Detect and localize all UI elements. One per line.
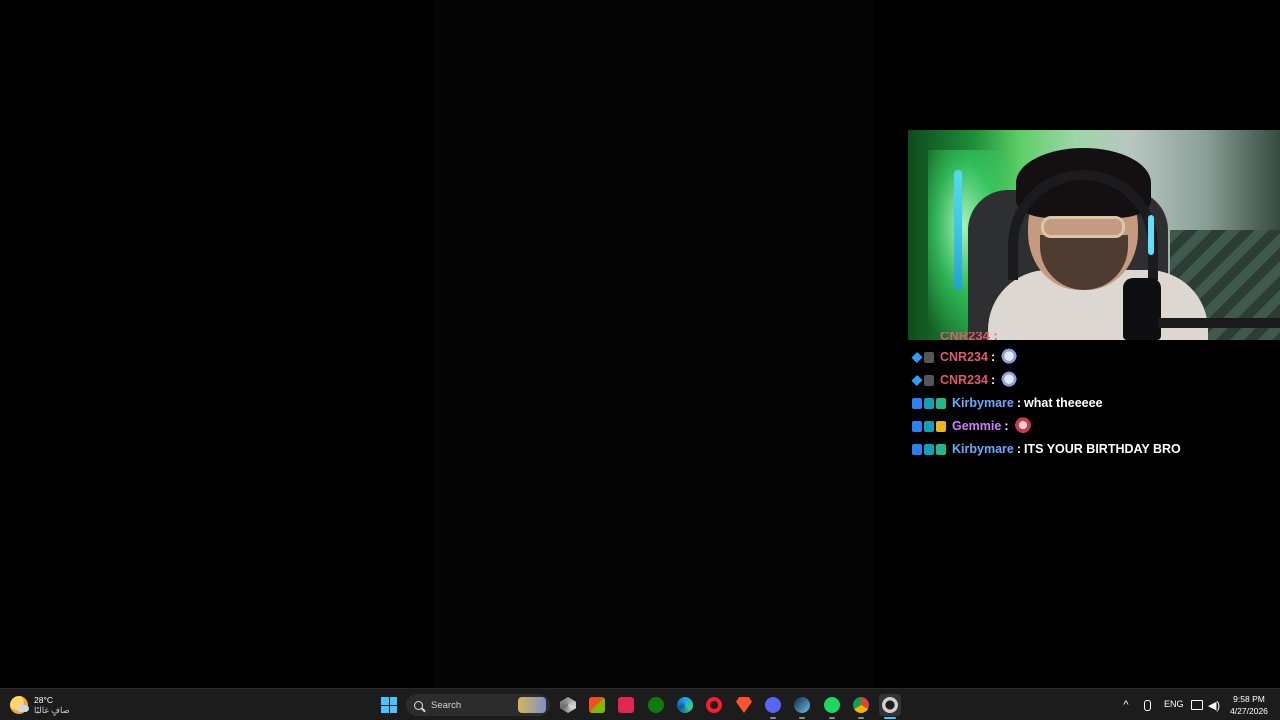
spotify-icon [824, 697, 840, 713]
chevron-up-icon: ^ [1123, 699, 1129, 711]
taskbar-app-xbox[interactable] [645, 694, 667, 716]
taskbar-app-spotify[interactable] [821, 694, 843, 719]
partly-cloudy-icon [10, 696, 29, 714]
steam-icon [794, 697, 810, 713]
edge-icon [677, 697, 693, 713]
robot-emote-icon [1000, 371, 1019, 389]
chat-username: CNR234 [940, 350, 988, 364]
taskbar-app-chrome[interactable] [850, 694, 872, 719]
chat-message: Kirbymare : what theeeee [912, 393, 1103, 413]
chat-partial-line: CNR234 : [940, 332, 998, 340]
taskbar-app-steam[interactable] [791, 694, 813, 719]
search-icon [414, 700, 423, 710]
chat-separator: : [1016, 442, 1022, 456]
clock-date: 4/27/2026 [1230, 706, 1268, 716]
store-icon [589, 697, 605, 713]
weather-temperature: 28°C [34, 695, 53, 705]
windows-logo-icon [381, 697, 397, 713]
search-highlight-art-icon [518, 697, 546, 713]
discord-icon [765, 697, 781, 713]
microphone-button[interactable] [1136, 694, 1158, 716]
brave-icon [736, 697, 752, 713]
taskbar-app-obs[interactable] [879, 694, 901, 719]
taskbar-app-store[interactable] [586, 694, 608, 716]
taskbar-app-opera[interactable] [703, 694, 725, 716]
start-button[interactable] [378, 694, 400, 716]
gift-badge-icon [936, 397, 946, 409]
network-icon [1191, 700, 1203, 710]
taskbar: 28°C صافٍ غالبًا Search ^ ENG ◀) 9:58 PM… [0, 688, 1280, 720]
show-hidden-icons-button[interactable]: ^ [1115, 694, 1137, 716]
chat-message: CNR234 : [911, 370, 1019, 390]
taskbar-app-brave[interactable] [733, 694, 755, 716]
microphone-icon [1143, 699, 1151, 711]
chat-text: what theeeee [1024, 396, 1103, 410]
volume-button[interactable]: ◀) [1203, 694, 1225, 716]
subscriber-badge-icon [924, 420, 934, 432]
chat-username: Kirbymare [952, 396, 1014, 410]
chat-message: Gemmie : [912, 416, 1032, 436]
chat-separator: : [990, 373, 996, 387]
chat-message: CNR234 : [911, 347, 1019, 367]
subscriber-badge-icon [924, 443, 934, 455]
taskbar-app-edge[interactable] [674, 694, 696, 716]
gift-badge-icon [936, 443, 946, 455]
weather-widget[interactable]: 28°C صافٍ غالبًا [10, 693, 70, 717]
chat-separator: : [1004, 419, 1009, 433]
chat-message: Kirbymare : ITS YOUR BIRTHDAY BRO [912, 439, 1181, 459]
taskbar-search[interactable]: Search [406, 694, 550, 716]
language-indicator[interactable]: ENG [1164, 699, 1184, 709]
taskbar-app-copilot[interactable] [557, 694, 579, 716]
weather-description: صافٍ غالبًا [34, 705, 70, 715]
prime-badge-icon [912, 420, 922, 432]
dim-window-area [434, 0, 874, 688]
clock-time: 9:58 PM [1233, 694, 1265, 704]
crown-badge-icon [936, 420, 946, 432]
chrome-icon [853, 697, 869, 713]
obs-icon [882, 697, 898, 713]
chat-separator: : [990, 350, 996, 364]
chat-separator: : [1016, 396, 1022, 410]
desktop-screen: CNR234 : CNR234 : CNR234 : Kirbymare : w… [0, 0, 1280, 720]
speaker-icon: ◀) [1207, 699, 1221, 712]
taskbar-app-discord[interactable] [762, 694, 784, 719]
webcam-overlay [908, 130, 1280, 340]
search-label: Search [431, 699, 462, 711]
mod-badge-icon [924, 374, 934, 386]
cube-badge-icon [911, 351, 923, 363]
cube-badge-icon [911, 374, 923, 386]
snipping-tool-icon [618, 697, 634, 713]
prime-badge-icon [912, 397, 922, 409]
chat-text: ITS YOUR BIRTHDAY BRO [1024, 442, 1181, 456]
xbox-icon [648, 697, 664, 713]
robot-emote-icon [1000, 348, 1019, 366]
subscriber-badge-icon [924, 397, 934, 409]
taskbar-app-snipping[interactable] [615, 694, 637, 716]
taskbar-clock[interactable]: 9:58 PM 4/27/2026 [1226, 693, 1272, 717]
prime-badge-icon [912, 443, 922, 455]
mod-badge-icon [924, 351, 934, 363]
opera-gx-icon [706, 697, 722, 713]
chat-username: Kirbymare [952, 442, 1014, 456]
chat-username: Gemmie [952, 419, 1002, 433]
copilot-icon [560, 697, 576, 713]
girl-emote-icon [1013, 417, 1032, 435]
chat-username: CNR234 [940, 373, 988, 387]
